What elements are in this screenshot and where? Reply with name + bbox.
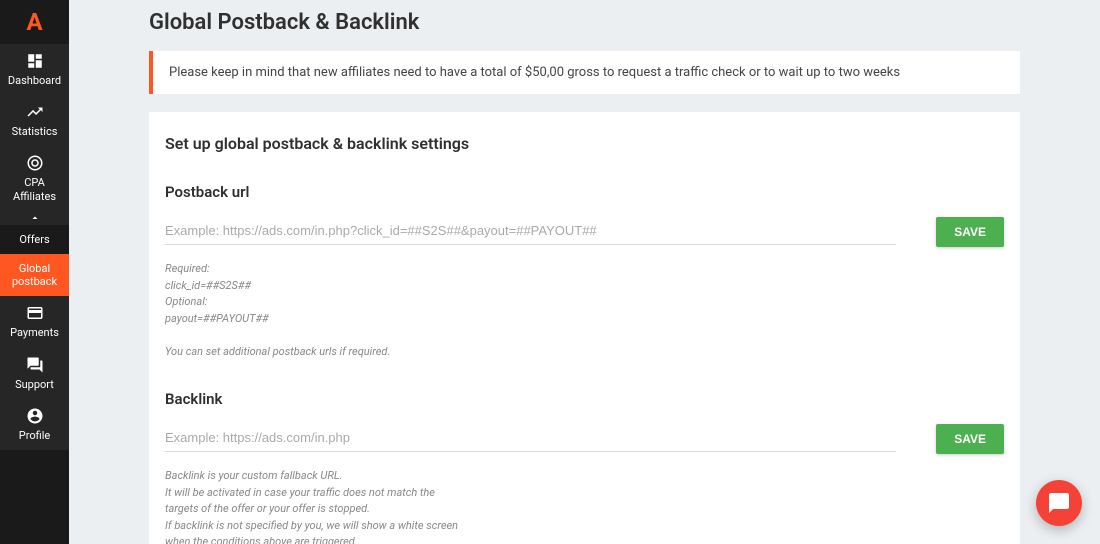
settings-card: Set up global postback & backlink settin… [149, 112, 1020, 544]
sidebar-item-label: Statistics [12, 125, 58, 138]
sidebar-item-global-postback[interactable]: Global postback [0, 254, 69, 296]
sidebar-item-label: Offers [19, 233, 49, 246]
chat-icon [26, 356, 44, 374]
target-icon [26, 154, 44, 172]
chat-bubble-icon [1047, 491, 1071, 515]
trending-icon [26, 103, 44, 121]
save-backlink-button[interactable]: SAVE [936, 424, 1004, 454]
logo[interactable]: A [0, 0, 69, 44]
backlink-hint: Backlink is your custom fallback URL.It … [165, 468, 1004, 544]
card-title: Set up global postback & backlink settin… [165, 134, 1004, 153]
postback-section-title: Postback url [165, 183, 1004, 201]
sidebar-item-label: Global postback [2, 262, 67, 288]
sidebar-item-label: Dashboard [8, 74, 61, 87]
person-icon [26, 407, 44, 425]
credit-card-icon [26, 304, 44, 322]
main-content: Global Postback & Backlink Please keep i… [69, 0, 1100, 544]
backlink-section-title: Backlink [165, 390, 1004, 408]
postback-hint: Required:click_id=##S2S##Optional:payout… [165, 261, 1004, 360]
save-postback-button[interactable]: SAVE [936, 217, 1004, 247]
info-alert: Please keep in mind that new affiliates … [149, 51, 1020, 94]
sidebar-item-profile[interactable]: Profile [0, 399, 69, 450]
sidebar-item-support[interactable]: Support [0, 348, 69, 399]
sidebar-item-statistics[interactable]: Statistics [0, 95, 69, 146]
alert-text: Please keep in mind that new affiliates … [169, 65, 900, 80]
sidebar-item-label: CPA Affiliates [2, 176, 67, 202]
sidebar-item-label: Profile [19, 429, 50, 442]
chevron-up-icon [29, 212, 41, 224]
logo-text: A [26, 8, 42, 36]
page-title: Global Postback & Backlink [109, 0, 1060, 51]
sidebar-item-cpa-affiliates[interactable]: CPA Affiliates [0, 146, 69, 210]
sidebar-item-offers[interactable]: Offers [0, 225, 69, 254]
sidebar-item-dashboard[interactable]: Dashboard [0, 44, 69, 95]
sidebar-item-label: Support [15, 378, 54, 391]
postback-url-input[interactable] [165, 217, 896, 245]
chat-widget[interactable] [1036, 480, 1082, 526]
sidebar-item-label: Payments [10, 326, 59, 339]
sidebar-item-payments[interactable]: Payments [0, 296, 69, 347]
expand-toggle[interactable] [0, 211, 69, 225]
sidebar: A Dashboard Statistics CPA Affiliates Of… [0, 0, 69, 544]
backlink-input[interactable] [165, 424, 896, 452]
dashboard-icon [26, 52, 44, 70]
